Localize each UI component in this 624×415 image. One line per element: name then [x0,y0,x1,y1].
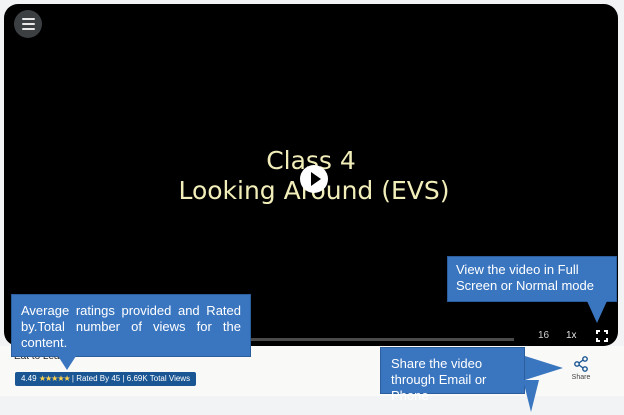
play-icon[interactable] [300,165,328,193]
share-button[interactable]: Share [566,356,596,388]
progress-bar[interactable] [236,338,514,341]
share-icon [574,356,588,372]
playback-speed-button[interactable]: 1x [566,330,577,341]
page-frame: Class 4 Looking Around (EVS) 16 1x Eat t… [0,0,624,415]
callout-arrow-share-down [523,380,539,412]
rating-badge: 4.49 ★★★★★ | Rated By 45 | 6.69K Total V… [15,372,197,386]
time-display: 16 [538,330,550,341]
callout-arrow-share [525,356,563,380]
star-icon: ★★★★★ [38,374,71,383]
callout-arrow-rating [58,356,76,370]
rated-by-count: | Rated By 45 [71,374,121,383]
rating-value: 4.49 [21,374,37,383]
fullscreen-icon[interactable] [596,330,608,342]
callout-rating: Average ratings provided and Rated by.To… [11,294,251,357]
menu-icon[interactable] [14,10,42,38]
menu-bar [21,18,35,20]
menu-bar [21,28,35,30]
callout-arrow-fullscreen [587,301,607,323]
menu-bar [21,23,35,25]
callout-share: Share the video through Email or Phone [380,347,525,403]
callout-fullscreen: View the video in Full Screen or Normal … [447,256,617,302]
share-label: Share [571,374,591,381]
total-views: | 6.69K Total Views [122,374,191,383]
